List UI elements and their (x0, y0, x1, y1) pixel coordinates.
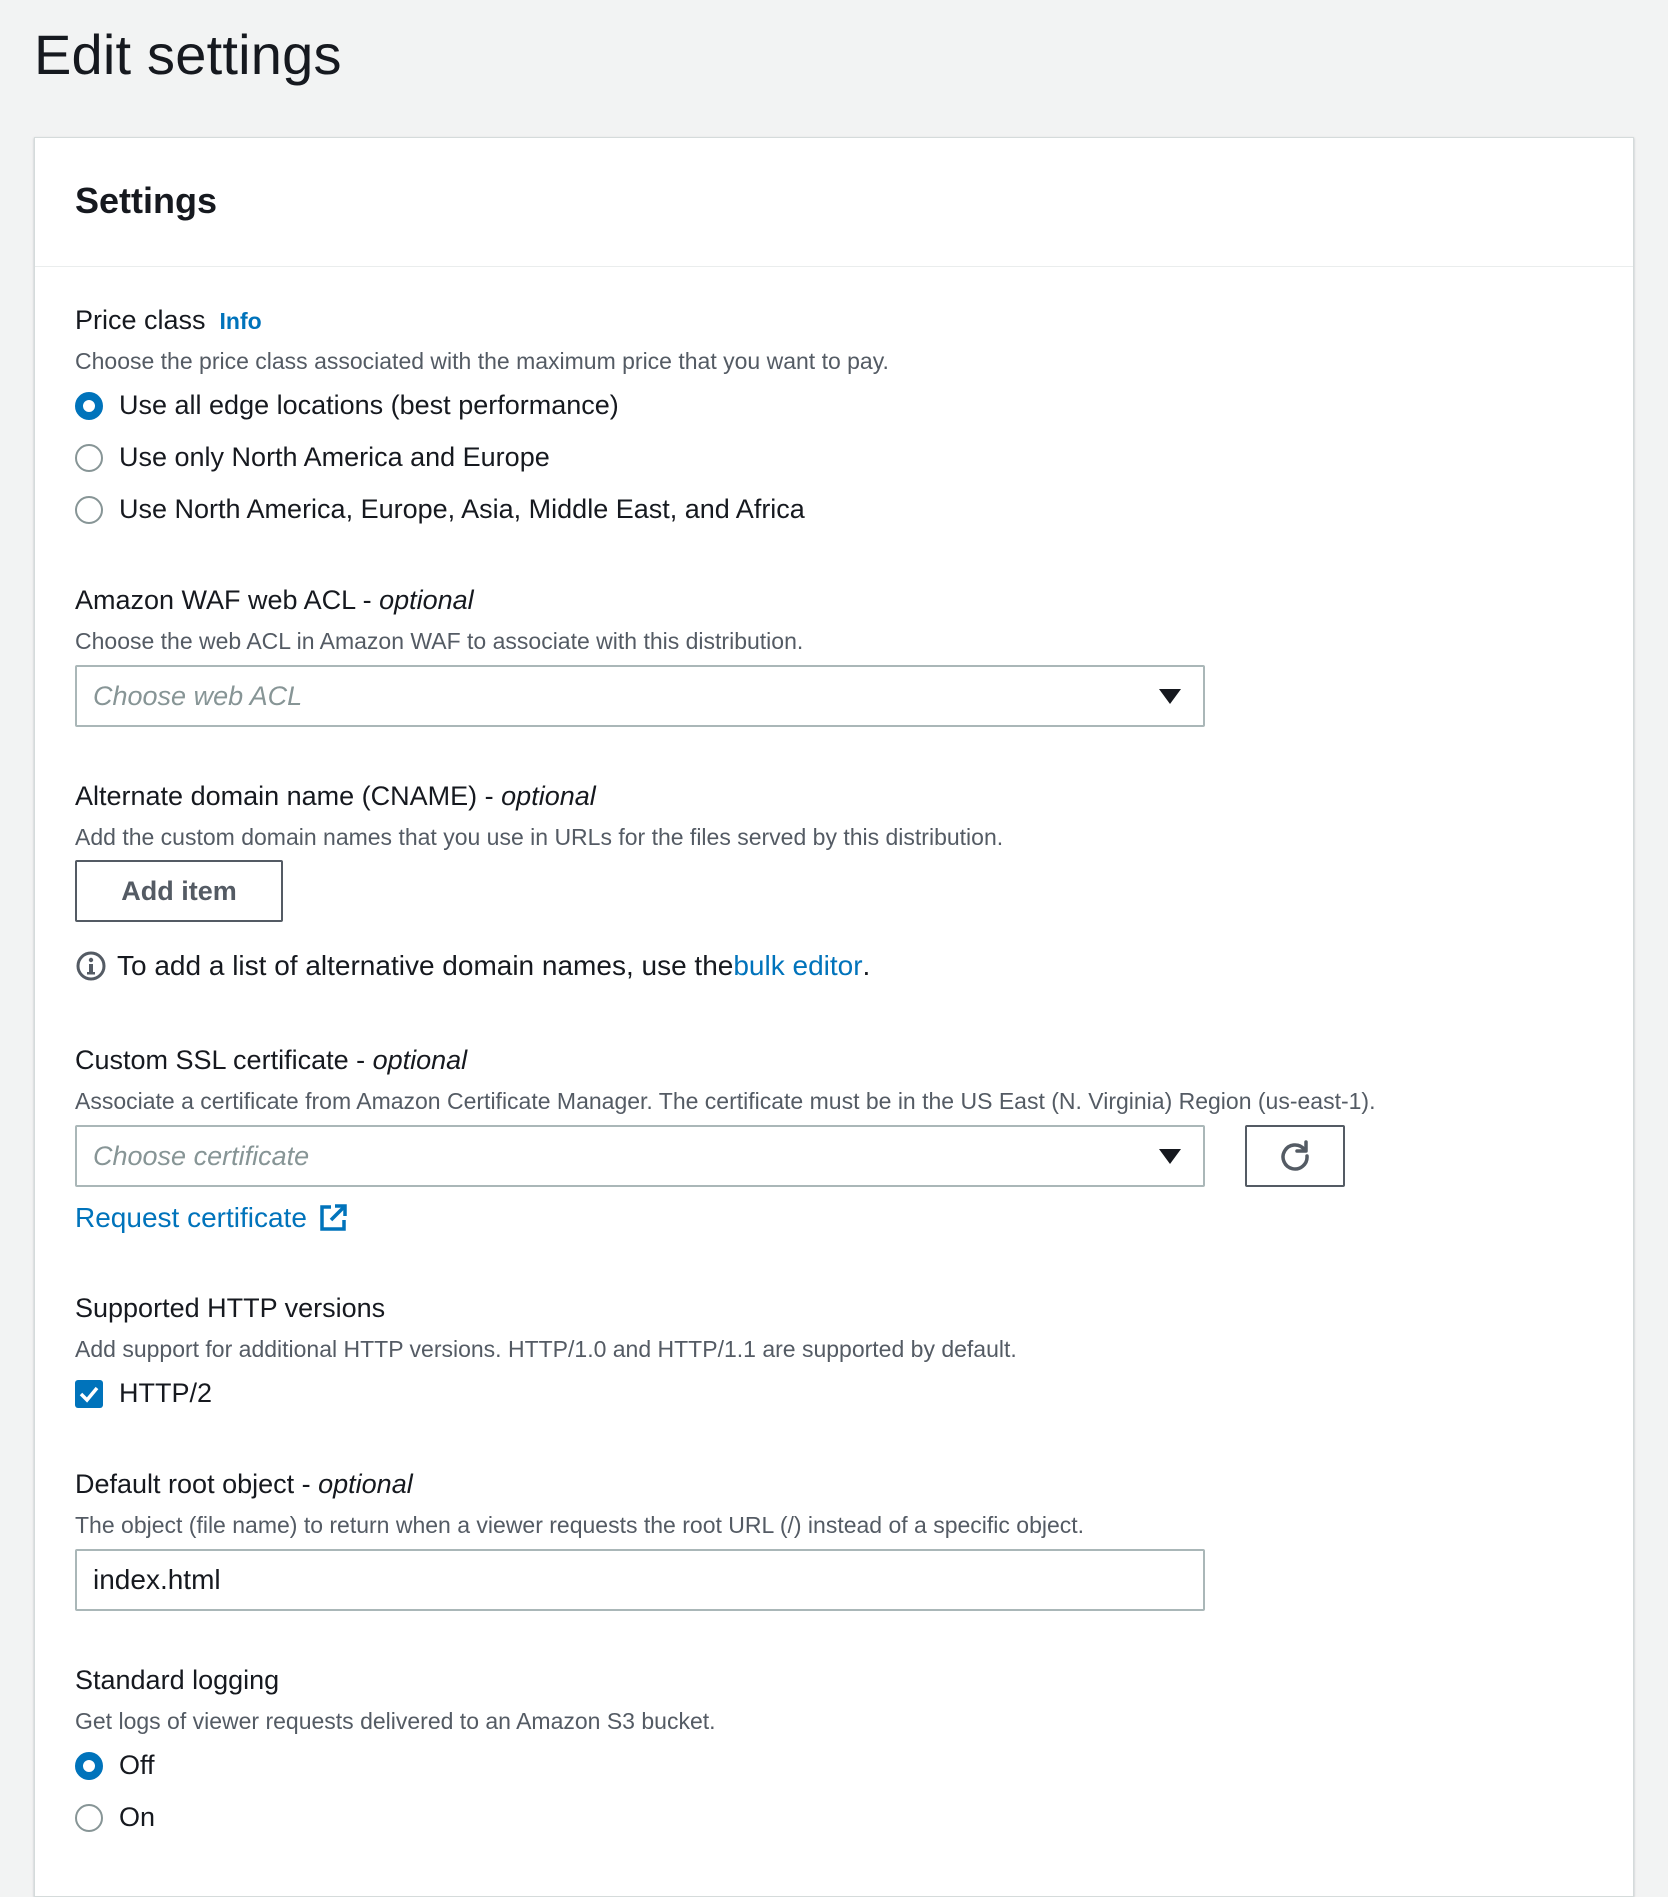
page-title: Edit settings (34, 23, 342, 86)
waf-label-text: Amazon WAF web ACL - (75, 585, 380, 615)
root-object-input[interactable]: index.html (75, 1549, 1205, 1611)
optional-tag: optional (372, 1045, 468, 1075)
hint-text: To add a list of alternative domain name… (117, 950, 734, 981)
external-link-icon (320, 1204, 347, 1231)
radio-button-selected[interactable] (75, 1751, 103, 1780)
radio-na-eu-asia-me-africa[interactable]: Use North America, Europe, Asia, Middle … (75, 494, 805, 525)
optional-tag: optional (501, 781, 596, 811)
radio-logging-off[interactable]: Off (75, 1750, 155, 1781)
radio-logging-on[interactable]: On (75, 1802, 155, 1833)
waf-description: Choose the web ACL in Amazon WAF to asso… (75, 628, 804, 654)
http2-label: HTTP/2 (119, 1378, 213, 1408)
price-class-description: Choose the price class associated with t… (75, 348, 889, 374)
radio-button[interactable] (75, 443, 103, 472)
price-class-info-link[interactable]: Info (220, 308, 262, 334)
radio-button-selected[interactable] (75, 391, 103, 420)
checkmark-icon (79, 1386, 99, 1403)
radio-all-edge-locations[interactable]: Use all edge locations (best performance… (75, 390, 619, 421)
http-versions-label: Supported HTTP versions (75, 1293, 386, 1323)
waf-label: Amazon WAF web ACL - optional (75, 585, 474, 616)
root-object-label-text: Default root object - (75, 1469, 319, 1499)
price-class-label: Price class Info (75, 305, 262, 336)
logging-label: Standard logging (75, 1665, 280, 1695)
http2-checkbox-row[interactable]: HTTP/2 (75, 1378, 212, 1409)
radio-button[interactable] (75, 1803, 103, 1832)
request-certificate-text: Request certificate (75, 1202, 307, 1233)
bulk-editor-link[interactable]: bulk editor (733, 950, 862, 982)
radio-label: Use only North America and Europe (119, 442, 550, 472)
certificate-select[interactable]: Choose certificate (75, 1125, 1205, 1187)
refresh-icon (1281, 1140, 1309, 1171)
panel-title: Settings (75, 180, 218, 221)
refresh-certificates-button[interactable] (1245, 1125, 1345, 1187)
price-class-label-text: Price class (75, 305, 206, 335)
logging-description: Get logs of viewer requests delivered to… (75, 1708, 716, 1734)
radio-button[interactable] (75, 495, 103, 524)
add-item-button[interactable]: Add item (75, 860, 283, 922)
panel-header: Settings (35, 138, 1633, 267)
radio-label: Off (119, 1750, 155, 1780)
ssl-description: Associate a certificate from Amazon Cert… (75, 1088, 1376, 1114)
ssl-label-text: Custom SSL certificate - (75, 1045, 373, 1075)
optional-tag: optional (318, 1469, 413, 1499)
ssl-label: Custom SSL certificate - optional (75, 1045, 467, 1076)
radio-north-america-europe[interactable]: Use only North America and Europe (75, 442, 550, 473)
caret-down-icon (1159, 1148, 1181, 1164)
root-object-description: The object (file name) to return when a … (75, 1512, 1085, 1538)
web-acl-select[interactable]: Choose web ACL (75, 665, 1205, 727)
cname-description: Add the custom domain names that you use… (75, 824, 1004, 850)
cname-label: Alternate domain name (CNAME) - optional (75, 781, 596, 812)
request-certificate-link[interactable]: Request certificate (75, 1202, 349, 1234)
settings-panel: Settings Price class Info Choose the pric… (34, 137, 1634, 1897)
radio-label: Use all edge locations (best performance… (119, 390, 619, 420)
bulk-editor-hint: To add a list of alternative domain name… (75, 950, 870, 982)
hint-suffix: . (862, 950, 871, 981)
web-acl-placeholder: Choose web ACL (93, 680, 303, 711)
certificate-placeholder: Choose certificate (93, 1140, 310, 1171)
info-circle-icon (76, 951, 106, 981)
http2-checkbox[interactable] (75, 1379, 103, 1408)
optional-tag: optional (379, 585, 474, 615)
root-object-label: Default root object - optional (75, 1469, 413, 1500)
cname-label-text: Alternate domain name (CNAME) - (75, 781, 502, 811)
radio-label: Use North America, Europe, Asia, Middle … (119, 494, 805, 524)
radio-label: On (119, 1802, 156, 1832)
caret-down-icon (1159, 688, 1181, 704)
http-versions-description: Add support for additional HTTP versions… (75, 1336, 1017, 1362)
